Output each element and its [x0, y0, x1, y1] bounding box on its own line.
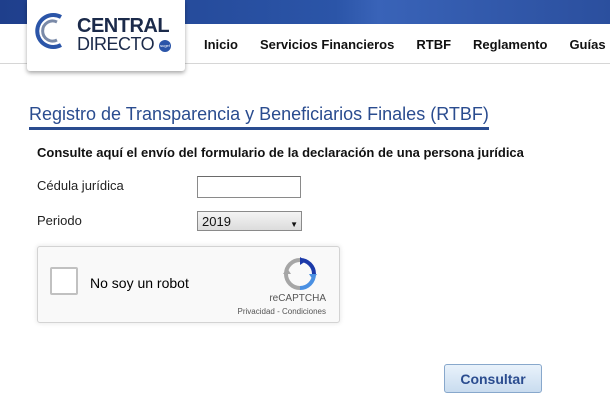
recaptcha-widget: No soy un robot reCAPTCHA Privacidad - C… — [37, 246, 340, 323]
periodo-select[interactable]: 2019 ▼ — [197, 211, 302, 231]
page-title: Registro de Transparencia y Beneficiario… — [29, 104, 489, 130]
recaptcha-privacy-link[interactable]: Privacidad — [238, 307, 275, 316]
nav-item-guias[interactable]: Guías — [569, 37, 605, 52]
form-subtitle: Consulte aquí el envío del formulario de… — [37, 145, 524, 160]
site-logo[interactable]: CENTRAL DIRECTO sugef — [27, 0, 185, 71]
logo-text-central: CENTRAL — [77, 15, 170, 37]
nav-menu: Inicio Servicios Financieros RTBF Reglam… — [204, 24, 606, 64]
recaptcha-brand: reCAPTCHA — [269, 293, 326, 304]
recaptcha-checkbox[interactable] — [50, 267, 78, 295]
recaptcha-terms-link[interactable]: Condiciones — [282, 307, 326, 316]
nav-item-servicios-financieros[interactable]: Servicios Financieros — [260, 37, 394, 52]
nav-item-reglamento[interactable]: Reglamento — [473, 37, 547, 52]
periodo-label: Periodo — [37, 213, 82, 228]
recaptcha-link-separator: - — [274, 307, 282, 316]
logo-text-directo: DIRECTO — [77, 34, 155, 54]
cedula-input[interactable] — [197, 176, 301, 198]
recaptcha-links: Privacidad - Condiciones — [238, 307, 327, 316]
dropdown-arrow-icon: ▼ — [290, 220, 298, 229]
central-directo-logo-icon — [35, 13, 62, 49]
nav-item-rtbf[interactable]: RTBF — [416, 37, 451, 52]
recaptcha-label: No soy un robot — [90, 275, 189, 291]
logo-badge: sugef — [159, 40, 171, 52]
cedula-label: Cédula jurídica — [37, 178, 124, 193]
periodo-selected-value: 2019 — [202, 214, 231, 229]
nav-item-inicio[interactable]: Inicio — [204, 37, 238, 52]
consultar-button[interactable]: Consultar — [444, 364, 542, 393]
recaptcha-logo-icon — [283, 257, 317, 290]
